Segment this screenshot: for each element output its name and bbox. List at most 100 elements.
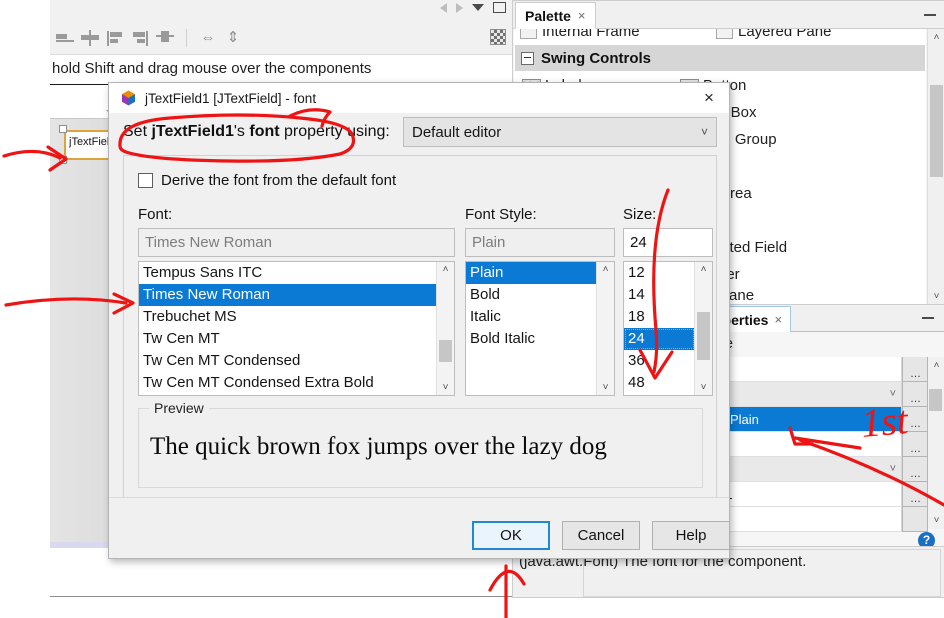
scroll-down-icon[interactable]: ˅ <box>437 380 454 395</box>
snap-to-grid-icon[interactable] <box>490 29 506 45</box>
scroll-down-icon[interactable]: ˅ <box>928 288 944 305</box>
scrollbar-thumb[interactable] <box>697 312 710 360</box>
list-item[interactable]: Italic <box>466 306 597 328</box>
property-ellipsis-button[interactable]: … <box>902 357 928 382</box>
list-item[interactable]: Tw Cen MT Condensed Extra Bold <box>139 372 437 394</box>
font-list[interactable]: Tempus Sans ITC Times New Roman Trebuche… <box>138 261 455 396</box>
table-row[interactable]: IG ˅ … <box>704 457 928 482</box>
font-style-list[interactable]: Plain Bold Italic Bold Italic ˄ ˅ <box>465 261 615 396</box>
font-input[interactable]: Times New Roman <box>138 228 455 257</box>
list-item[interactable]: Bold Italic <box>466 328 597 350</box>
palette-item-layered-pane[interactable]: Layered Pane <box>716 29 831 40</box>
size-input[interactable]: 24 <box>623 228 713 257</box>
list-item[interactable]: 18 <box>624 306 695 328</box>
palette-item-internal-frame[interactable]: Internal Frame <box>520 29 640 40</box>
font-style-list-items[interactable]: Plain Bold Italic Bold Italic <box>466 262 597 395</box>
size-list[interactable]: 12 14 18 24 36 48 ˄ ˅ <box>623 261 713 396</box>
size-list-items[interactable]: 12 14 18 24 36 48 <box>624 262 695 395</box>
size-list-scrollbar[interactable]: ˄ ˅ <box>694 262 712 395</box>
ok-button[interactable]: OK <box>472 521 550 550</box>
align-middle-icon[interactable] <box>154 27 176 49</box>
list-item-selected[interactable]: Plain <box>466 262 597 284</box>
scroll-up-icon[interactable]: ˄ <box>437 262 454 277</box>
scrollbar-thumb[interactable] <box>929 389 942 411</box>
nav-forward-icon[interactable] <box>456 2 463 13</box>
resize-handle-sw[interactable] <box>59 156 67 164</box>
scroll-up-icon[interactable]: ˄ <box>597 262 614 277</box>
scrollbar-thumb[interactable] <box>439 340 452 362</box>
editor-select-value: Default editor <box>412 123 502 141</box>
palette-tab-bar: Palette × <box>513 1 944 29</box>
font-list-items[interactable]: Tempus Sans ITC Times New Roman Trebuche… <box>139 262 437 395</box>
editor-select[interactable]: Default editor ˅ <box>403 117 717 147</box>
tab-palette[interactable]: Palette × <box>515 2 596 29</box>
align-right-icon[interactable] <box>129 27 151 49</box>
derive-font-checkbox-row[interactable]: Derive the font from the default font <box>138 172 396 189</box>
palette-scrollbar[interactable]: ˄ ˅ <box>927 29 944 305</box>
property-ellipsis-button[interactable] <box>902 507 928 532</box>
scroll-up-icon[interactable]: ˄ <box>695 262 712 277</box>
list-item-selected[interactable]: 24 <box>624 328 695 350</box>
nav-back-icon[interactable] <box>440 2 447 13</box>
list-item[interactable]: Tempus Sans ITC <box>139 262 437 284</box>
palette-group-swing-controls[interactable]: Swing Controls <box>515 45 925 71</box>
font-chooser-dialog[interactable]: jTextField1 [JTextField] - font × Set jT… <box>108 82 730 559</box>
font-style-label: Font Style: <box>465 206 537 223</box>
list-item[interactable]: 14 <box>624 284 695 306</box>
property-ellipsis-button[interactable]: … <box>902 457 928 482</box>
list-item[interactable]: Tw Cen MT Condensed <box>139 350 437 372</box>
scroll-down-icon[interactable]: ˅ <box>695 380 712 395</box>
table-row[interactable] <box>704 507 928 532</box>
property-value[interactable]: IG ˅ <box>704 457 902 482</box>
resize-handle-nw[interactable] <box>59 125 67 133</box>
table-row[interactable]: … <box>704 357 928 382</box>
set-property-prefix: Set <box>123 123 152 140</box>
collapse-icon[interactable] <box>521 51 534 65</box>
close-icon[interactable]: × <box>578 9 586 22</box>
resize-horizontal-icon[interactable]: ⇔ <box>197 27 219 49</box>
font-input-value: Times New Roman <box>145 234 272 251</box>
list-item[interactable]: Bold <box>466 284 597 306</box>
font-style-list-scrollbar[interactable]: ˄ ˅ <box>596 262 614 395</box>
help-button[interactable]: Help <box>652 521 730 550</box>
maximize-icon[interactable] <box>493 2 506 13</box>
scrollbar-thumb[interactable] <box>930 85 943 177</box>
scroll-up-icon[interactable]: ˄ <box>928 357 944 374</box>
list-item[interactable]: Trebuchet MS <box>139 306 437 328</box>
resize-vertical-icon[interactable]: ⇕ <box>222 27 244 49</box>
scroll-down-icon[interactable]: ˅ <box>597 380 614 395</box>
list-item[interactable]: 12 <box>624 262 695 284</box>
property-value[interactable] <box>704 357 902 382</box>
editor-nav-controls[interactable] <box>440 2 506 13</box>
chevron-down-icon[interactable] <box>472 4 484 11</box>
align-bottom-icon[interactable] <box>54 27 76 49</box>
list-item[interactable]: Tw Cen MT <box>139 328 437 350</box>
scroll-down-icon[interactable]: ˅ <box>928 512 944 529</box>
cancel-button[interactable]: Cancel <box>562 521 640 550</box>
palette-row-clipped[interactable]: Internal Frame Layered Pane <box>520 29 920 45</box>
properties-group-row[interactable]: ode <box>704 332 944 356</box>
list-item-selected[interactable]: Times New Roman <box>139 284 437 306</box>
editor-tab-strip <box>50 0 512 23</box>
align-left-icon[interactable] <box>104 27 126 49</box>
dialog-title-bar[interactable]: jTextField1 [JTextField] - font × <box>109 83 729 113</box>
font-list-scrollbar[interactable]: ˄ ˅ <box>436 262 454 395</box>
list-item[interactable]: 36 <box>624 350 695 372</box>
font-style-input[interactable]: Plain <box>465 228 615 257</box>
property-value[interactable] <box>704 507 902 532</box>
palette-group-label: Swing Controls <box>541 49 651 67</box>
minimize-icon[interactable] <box>921 310 935 324</box>
list-item[interactable]: 48 <box>624 372 695 394</box>
minimize-icon[interactable] <box>923 7 937 21</box>
table-row[interactable]: eld1 … <box>704 482 928 507</box>
align-center-vertical-icon[interactable] <box>79 27 101 49</box>
chevron-down-icon[interactable]: ˅ <box>890 463 896 475</box>
close-icon[interactable]: × <box>774 313 782 326</box>
derive-font-checkbox[interactable] <box>138 173 153 188</box>
scroll-up-icon[interactable]: ˄ <box>928 29 944 46</box>
property-value[interactable]: eld1 <box>704 482 902 507</box>
properties-scrollbar[interactable]: ˄ ˅ <box>928 357 944 529</box>
chevron-down-icon[interactable]: ˅ <box>701 125 708 139</box>
property-ellipsis-button[interactable]: … <box>902 482 928 507</box>
close-icon[interactable]: × <box>699 88 719 108</box>
